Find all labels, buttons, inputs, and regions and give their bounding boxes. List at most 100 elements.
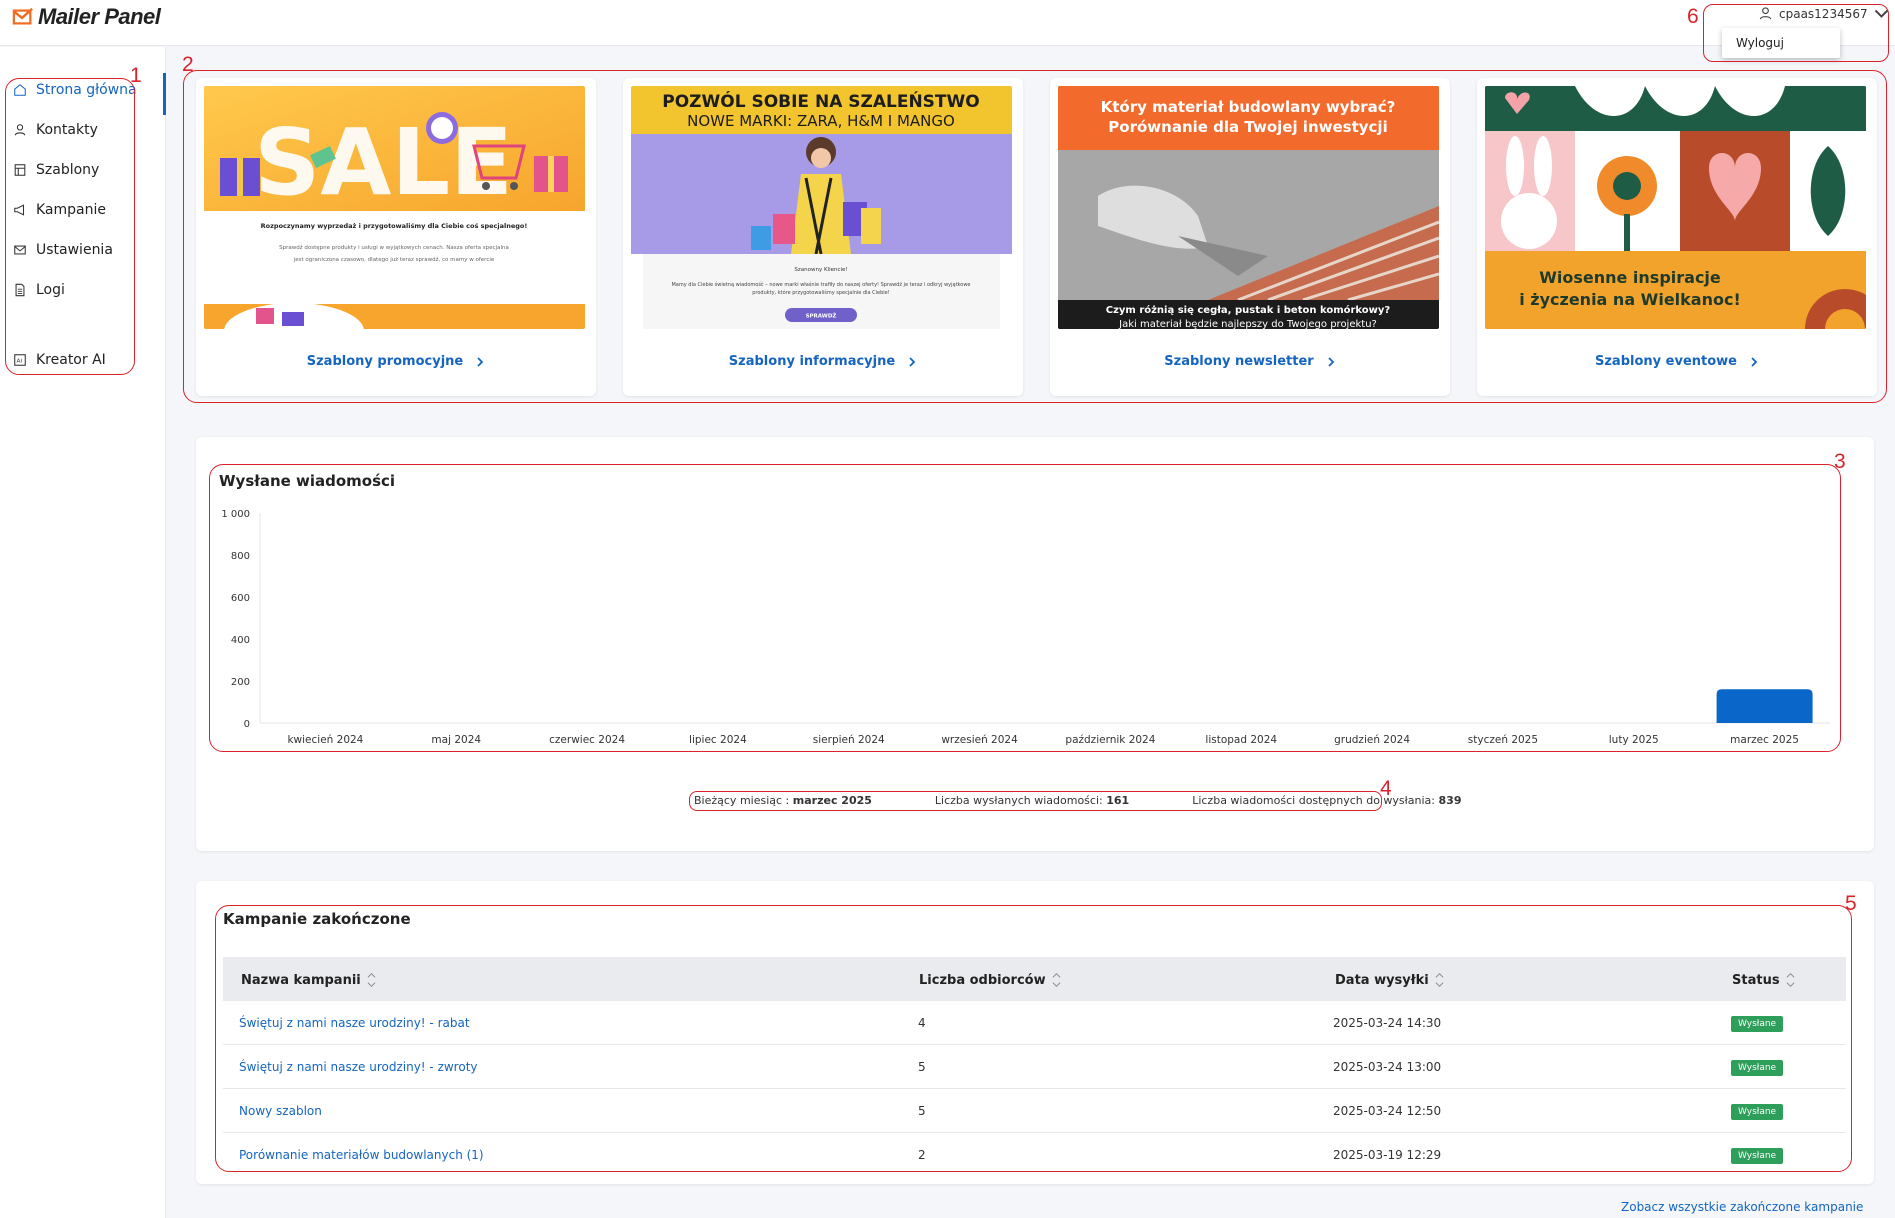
- user-name: cpaas1234567: [1779, 6, 1868, 21]
- sidebar-item-label: Logi: [36, 282, 65, 298]
- chart-title: Wysłane wiadomości: [219, 472, 396, 490]
- user-menu[interactable]: cpaas1234567: [1758, 6, 1889, 21]
- annotation-number-1: 1: [130, 64, 142, 87]
- x-tick-label: styczeń 2025: [1468, 734, 1538, 746]
- summary-sent-label: Liczba wysłanych wiadomości:: [934, 794, 1103, 807]
- sort-icon: [1786, 972, 1795, 988]
- annotation-number-6: 6: [1687, 5, 1699, 28]
- summary-available-value: 839: [1438, 794, 1462, 807]
- logout-menu-item[interactable]: Wyloguj: [1722, 28, 1840, 58]
- svg-text:Mamy dla Ciebie świetną wiadom: Mamy dla Ciebie świetną wiadomość – nowe…: [671, 281, 970, 288]
- user-icon: [1759, 7, 1772, 20]
- status-badge: Wysłane: [1731, 1148, 1784, 1164]
- template-card-promo[interactable]: SALE Rozpoczynamy wyprzedaż i przygotowa…: [196, 78, 596, 396]
- user-icon: [14, 124, 26, 136]
- campaign-name-link[interactable]: Nowy szablon: [239, 1104, 322, 1118]
- campaign-recipients: 2: [918, 1148, 926, 1162]
- svg-text:SALE: SALE: [254, 109, 513, 216]
- svg-text:SPRAWDŹ: SPRAWDŹ: [806, 312, 837, 320]
- chevron-right-icon: [1751, 356, 1758, 367]
- svg-text:i życzenia na Wielkanoc!: i życzenia na Wielkanoc!: [1519, 290, 1741, 309]
- sidebar-item-contacts[interactable]: Kontakty: [0, 113, 166, 147]
- campaign-date: 2025-03-24 14:30: [1333, 1016, 1442, 1030]
- status-badge: Wysłane: [1731, 1016, 1784, 1032]
- campaign-recipients: 5: [918, 1104, 926, 1118]
- x-tick-label: grudzień 2024: [1334, 734, 1410, 746]
- sidebar-item-ai-creator[interactable]: AI Kreator AI: [0, 343, 166, 377]
- column-header-label: Status: [1732, 972, 1780, 988]
- svg-text:Czym różnią się cegła, pustak: Czym różnią się cegła, pustak i beton ko…: [1106, 304, 1391, 316]
- svg-text:produkty, które przygotowaliśm: produkty, które przygotowaliśmy specjaln…: [752, 289, 890, 296]
- campaign-recipients: 4: [918, 1016, 926, 1030]
- sidebar-item-label: Kampanie: [36, 202, 106, 218]
- campaign-name-link[interactable]: Porównanie materiałów budowlanych (1): [239, 1148, 484, 1162]
- x-tick-label: czerwiec 2024: [549, 734, 625, 746]
- sort-icon: [1052, 972, 1061, 988]
- svg-text:AI: AI: [17, 359, 23, 365]
- template-link-event[interactable]: Szablony eventowe: [1477, 354, 1877, 369]
- campaign-name-link[interactable]: Świętuj z nami nasze urodziny! - zwroty: [239, 1060, 478, 1074]
- sidebar-item-label: Ustawienia: [36, 242, 113, 258]
- mail-icon: [14, 245, 26, 255]
- template-preview-event[interactable]: Wiosenne inspiracje i życzenia na Wielka…: [1485, 86, 1866, 329]
- column-header-status[interactable]: Status: [1732, 971, 1795, 989]
- y-tick-label: 400: [231, 635, 250, 646]
- sent-messages-chart: 0 200 400 600 800 1 000 kwiecień 2024 maj 2024 c…: [221, 509, 1830, 746]
- see-all-campaigns-link[interactable]: Zobacz wszystkie zakończone kampanie: [1621, 1200, 1863, 1214]
- document-icon: [15, 283, 25, 297]
- chart-bar[interactable]: [1716, 689, 1813, 723]
- newsletter-preview-image: Który materiał budowlany wybrać? Porówna…: [1058, 86, 1439, 329]
- y-tick-label: 800: [231, 551, 250, 562]
- svg-text:Szanowny Kliencie!: Szanowny Kliencie!: [794, 267, 847, 273]
- y-tick-label: 0: [244, 719, 250, 730]
- table-row: Świętuj z nami nasze urodziny! - zwroty …: [223, 1045, 1846, 1089]
- sidebar-item-label: Kontakty: [36, 122, 98, 138]
- template-preview-newsletter[interactable]: Który materiał budowlany wybrać? Porówna…: [1058, 86, 1439, 329]
- promo-preview-image: SALE Rozpoczynamy wyprzedaż i przygotowa…: [204, 86, 585, 329]
- y-tick-label: 600: [231, 593, 250, 604]
- sidebar-item-templates[interactable]: Szablony: [0, 153, 166, 187]
- x-tick-label: sierpień 2024: [813, 734, 885, 746]
- campaign-recipients: 5: [918, 1060, 926, 1074]
- sort-icon: [1435, 972, 1444, 988]
- template-link-info[interactable]: Szablony informacyjne: [623, 354, 1023, 369]
- column-header-date[interactable]: Data wysyłki: [1335, 971, 1444, 989]
- logo-icon: [12, 7, 33, 25]
- sidebar-item-settings[interactable]: Ustawienia: [0, 233, 166, 267]
- annotation-number-3: 3: [1834, 450, 1846, 473]
- app-logo[interactable]: Mailer Panel: [12, 4, 161, 30]
- template-icon: [14, 164, 26, 176]
- template-link-promo[interactable]: Szablony promocyjne: [196, 354, 596, 369]
- svg-text:Wiosenne inspiracje: Wiosenne inspiracje: [1539, 268, 1721, 287]
- sidebar-item-campaigns[interactable]: Kampanie: [0, 193, 166, 227]
- template-card-newsletter[interactable]: Który materiał budowlany wybrać? Porówna…: [1050, 78, 1450, 396]
- column-header-label: Data wysyłki: [1335, 972, 1429, 988]
- template-card-info[interactable]: POZWÓL SOBIE NA SZALEŃSTWO NOWE MARKI: Z…: [623, 78, 1023, 396]
- column-header-label: Nazwa kampanii: [241, 972, 361, 988]
- summary-month-value: marzec 2025: [792, 794, 872, 807]
- column-header-recipients[interactable]: Liczba odbiorców: [919, 971, 1061, 989]
- template-link-newsletter[interactable]: Szablony newsletter: [1050, 354, 1450, 369]
- template-preview-info[interactable]: POZWÓL SOBIE NA SZALEŃSTWO NOWE MARKI: Z…: [631, 86, 1012, 329]
- campaign-name-link[interactable]: Świętuj z nami nasze urodziny! - rabat: [239, 1016, 470, 1030]
- template-preview-promo[interactable]: SALE Rozpoczynamy wyprzedaż i przygotowa…: [204, 86, 585, 329]
- template-card-event[interactable]: Wiosenne inspiracje i życzenia na Wielka…: [1477, 78, 1877, 396]
- column-header-name[interactable]: Nazwa kampanii: [241, 971, 376, 989]
- x-tick-label: październik 2024: [1065, 734, 1155, 746]
- svg-text:Sprawdź dostępne produkty i us: Sprawdź dostępne produkty i usługi w wyj…: [279, 244, 509, 251]
- campaigns-title: Kampanie zakończone: [223, 910, 411, 928]
- template-link-label: Szablony eventowe: [1595, 354, 1737, 369]
- sidebar-item-logs[interactable]: Logi: [0, 273, 166, 307]
- table-row: Nowy szablon 5 2025-03-24 12:50 Wysłane: [223, 1089, 1846, 1133]
- x-tick-label: marzec 2025: [1730, 734, 1799, 746]
- campaigns-table-header: Nazwa kampanii Liczba odbiorców Data wys…: [223, 957, 1846, 1001]
- annotation-number-4: 4: [1380, 777, 1392, 800]
- svg-text:POZWÓL SOBIE NA SZALEŃSTWO: POZWÓL SOBIE NA SZALEŃSTWO: [662, 90, 979, 112]
- svg-text:NOWE MARKI: ZARA, H&M I MANGO: NOWE MARKI: ZARA, H&M I MANGO: [687, 112, 955, 130]
- chevron-down-icon: [1874, 9, 1888, 18]
- status-badge: Wysłane: [1731, 1104, 1784, 1120]
- sidebar: Strona główna Kontakty Szablony Kampanie…: [0, 47, 166, 1218]
- event-preview-image: Wiosenne inspiracje i życzenia na Wielka…: [1485, 86, 1866, 329]
- template-link-label: Szablony promocyjne: [306, 354, 464, 369]
- sidebar-item-label: Szablony: [36, 162, 100, 178]
